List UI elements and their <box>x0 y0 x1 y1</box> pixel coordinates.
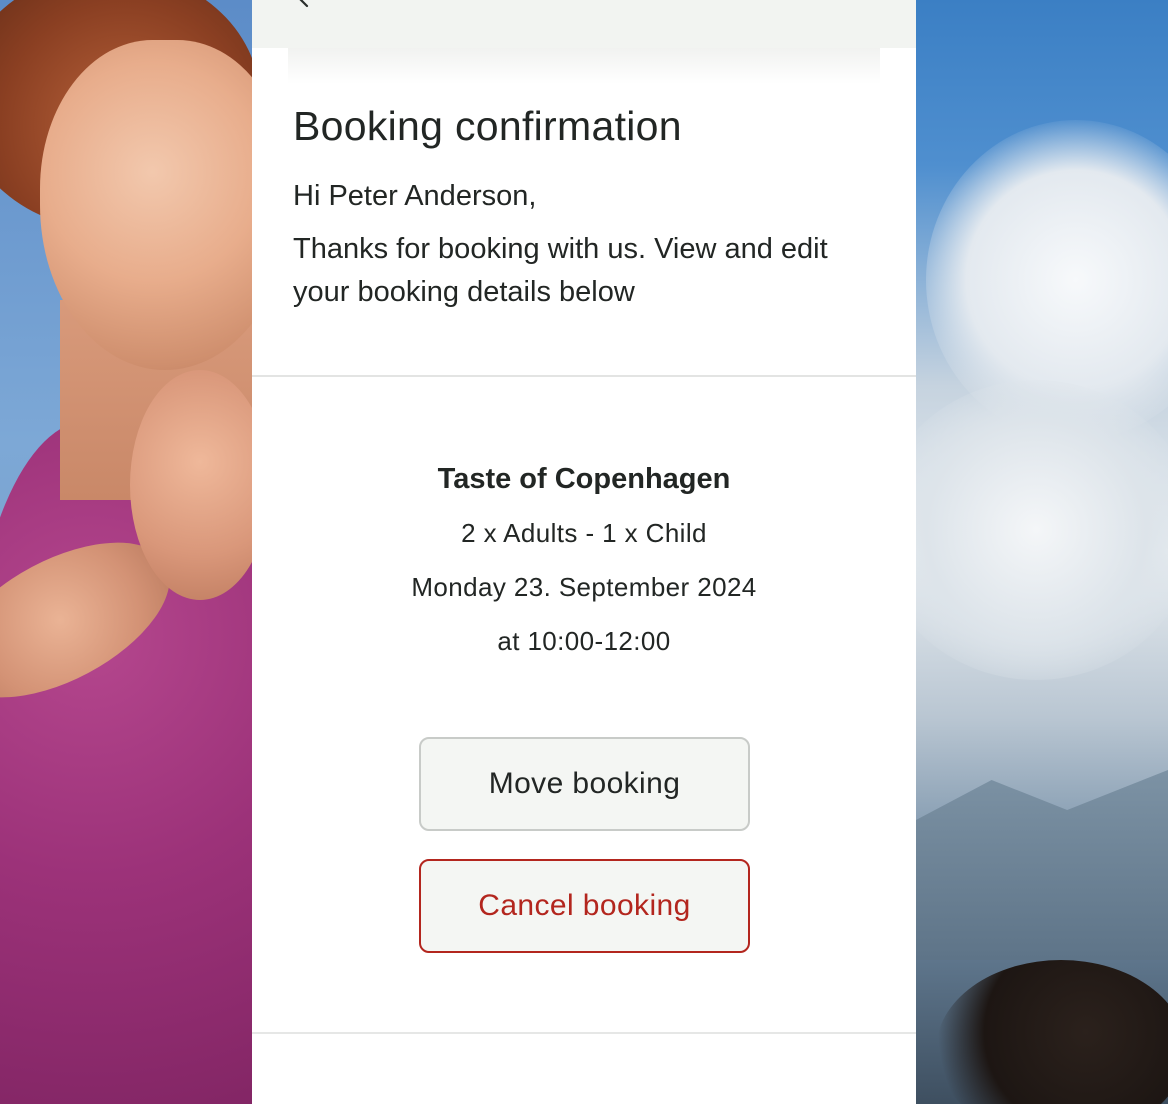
scroll-fade <box>288 48 880 84</box>
booking-details: Taste of Copenhagen 2 x Adults - 1 x Chi… <box>252 456 916 664</box>
background-photo-runner-woman <box>0 0 252 1104</box>
background-photo-sky <box>916 0 1168 1104</box>
cancel-booking-button[interactable]: Cancel booking <box>419 859 750 953</box>
tour-name: Taste of Copenhagen <box>437 463 731 495</box>
move-booking-button[interactable]: Move booking <box>419 737 750 831</box>
greeting-text: Hi Peter Anderson, <box>293 180 537 212</box>
chevron-left-icon[interactable] <box>292 0 316 10</box>
participants-text: 2 x Adults - 1 x Child <box>461 518 707 548</box>
booking-time: at 10:00-12:00 <box>497 626 671 656</box>
divider <box>252 375 916 377</box>
booking-confirmation-modal: Booking confirmation Hi Peter Anderson, … <box>252 0 916 1104</box>
intro-text: Thanks for booking with us. View and edi… <box>293 233 828 308</box>
confirmation-header: Booking confirmation Hi Peter Anderson, … <box>293 96 883 314</box>
page-title: Booking confirmation <box>293 103 682 149</box>
modal-top-bar <box>252 0 916 48</box>
divider <box>252 1032 916 1034</box>
booking-date: Monday 23. September 2024 <box>411 572 757 602</box>
